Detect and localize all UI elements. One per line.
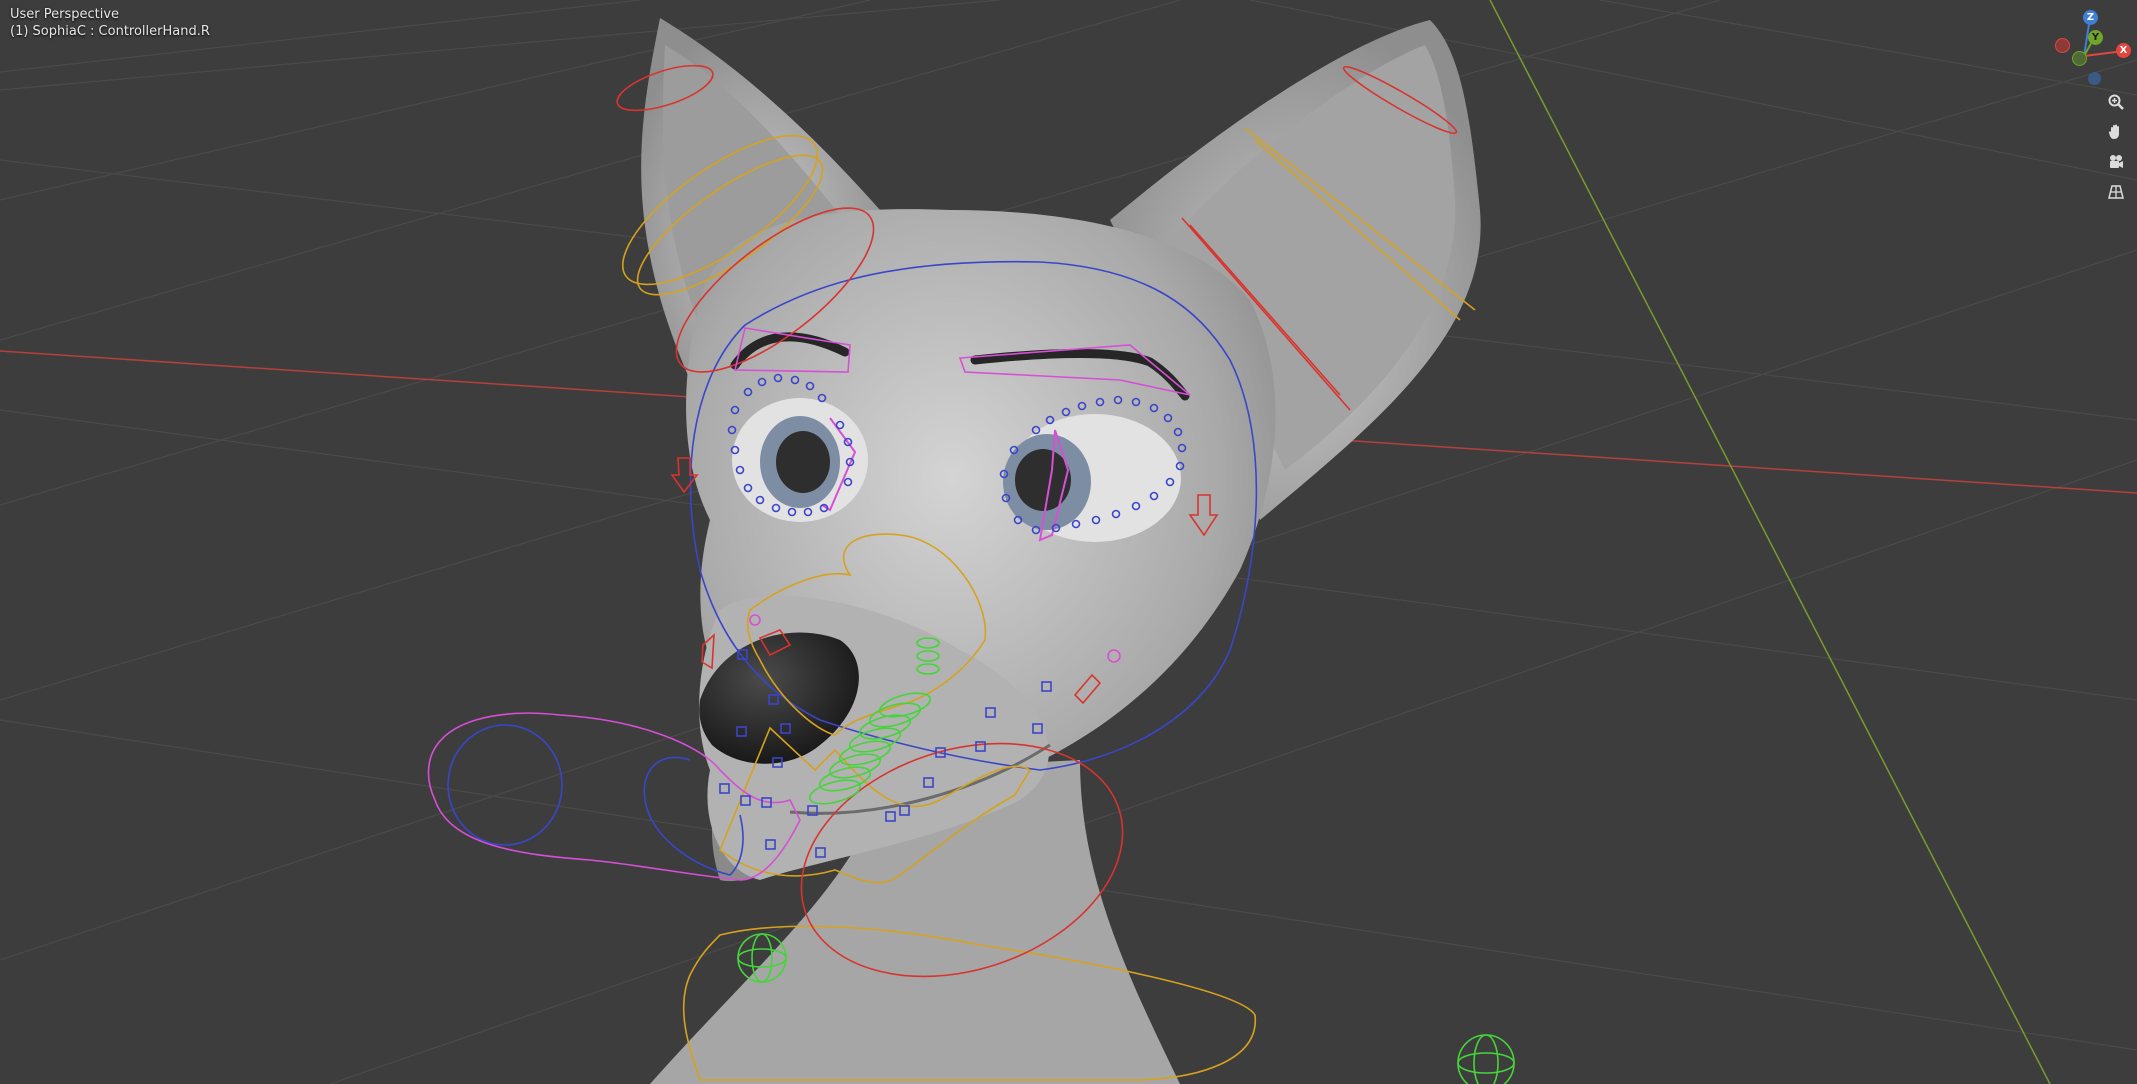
toggle-perspective-grid-icon[interactable] xyxy=(2103,179,2129,205)
scene-render[interactable] xyxy=(0,0,2137,1084)
lip-blue-controller-1[interactable] xyxy=(447,724,563,846)
y-axis-line xyxy=(1489,0,2051,1084)
gizmo-x-handle[interactable]: X xyxy=(2116,43,2131,58)
gizmo-neg-y-handle[interactable] xyxy=(2072,51,2087,66)
camera-view-icon[interactable] xyxy=(2103,149,2129,175)
gizmo-neg-z-handle[interactable] xyxy=(2088,72,2101,85)
root-gimbal-controller[interactable] xyxy=(1457,1034,1515,1084)
pan-hand-icon[interactable] xyxy=(2103,119,2129,145)
view-name-label: User Perspective xyxy=(10,7,120,22)
gizmo-neg-x-handle[interactable] xyxy=(2055,38,2070,53)
gizmo-y-handle[interactable]: Y xyxy=(2088,30,2103,45)
zoom-icon[interactable] xyxy=(2103,89,2129,115)
gizmo-z-handle[interactable]: Z xyxy=(2083,10,2098,25)
3d-viewport[interactable]: User Perspective (1) SophiaC : Controlle… xyxy=(0,0,2137,1084)
active-object-label: (1) SophiaC : ControllerHand.R xyxy=(10,24,210,39)
navigation-gizmo[interactable]: Z Y X xyxy=(2052,8,2132,88)
character-mesh[interactable] xyxy=(641,18,1481,1084)
